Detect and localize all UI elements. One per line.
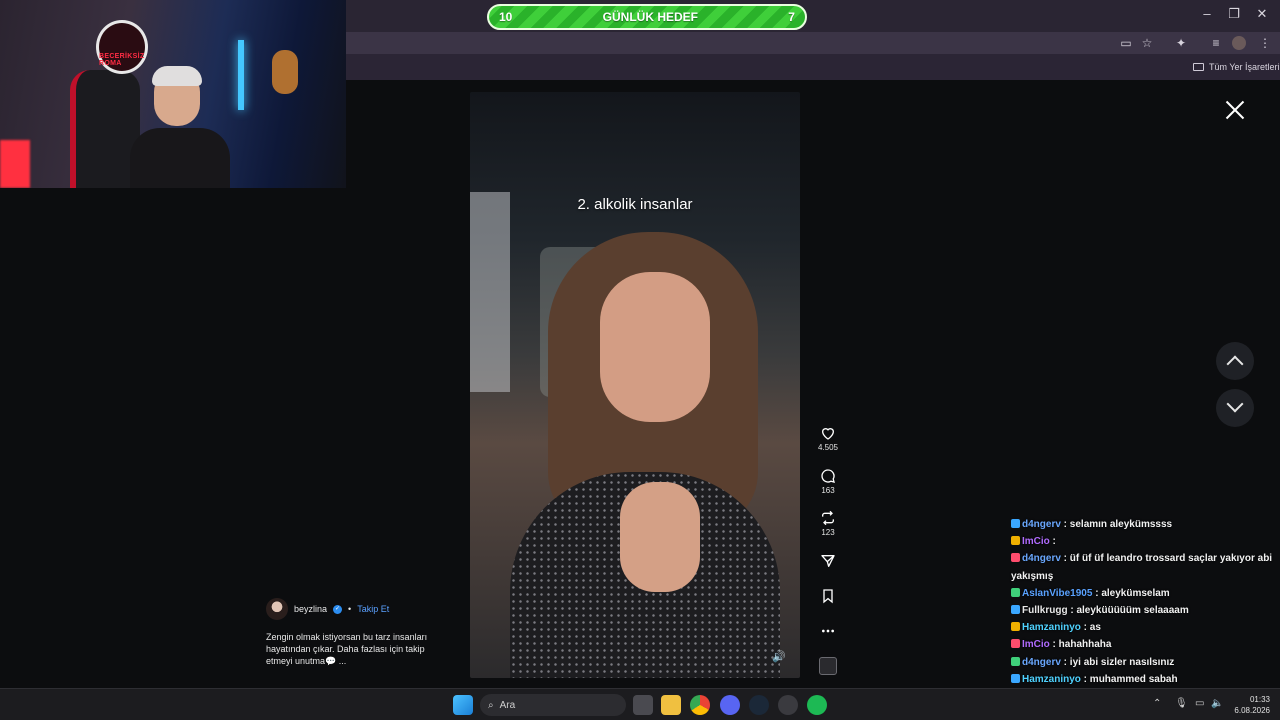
share-button[interactable] [812,553,844,569]
chat-badge-icon [1011,605,1020,615]
send-icon [821,555,835,567]
task-view-icon[interactable] [633,695,653,715]
goal-label: GÜNLÜK HEDEF [602,10,698,24]
guitar-image [272,50,298,94]
chat-badge-icon [1011,673,1020,683]
chat-username[interactable]: d4ngerv [1022,553,1061,564]
restore-icon[interactable]: ❐ [1223,6,1245,22]
folder-icon [1193,63,1204,71]
chat-message: ImCio : hahahhaha [1011,636,1279,653]
system-clock[interactable]: 01:33 6.08.2026 [1230,694,1270,716]
chat-message: AslanVibe1905 : aleykümselam [1011,585,1279,602]
goal-right-value: 7 [788,10,795,24]
microphone-icon[interactable]: 🎙 [1175,698,1188,709]
chat-text: muhammed sabah [1089,673,1178,685]
network-icon[interactable]: ▭ [1195,698,1204,709]
chat-text: aleyküüüüüm selaaaam [1076,605,1189,617]
chat-badge-icon [1011,587,1020,597]
streamer [130,66,230,188]
author-name[interactable]: beyzlina [294,604,327,614]
channel-logo: BECERİKSİZ ROMA [96,20,148,74]
chat-username[interactable]: d4ngerv [1022,519,1061,530]
discord-icon[interactable] [720,695,740,715]
search-icon: ⌕ [488,699,494,711]
chat-badge-icon [1011,553,1020,563]
comment-count: 163 [821,486,835,495]
chat-badge-icon [1011,536,1020,546]
chat-badge-icon [1011,519,1020,528]
verified-icon: ✓ [333,604,343,614]
chat-text: iyi abi sizler nasılsınız [1069,656,1175,668]
spotify-icon[interactable] [807,695,827,715]
chat-badge-icon [1011,622,1020,632]
profile-avatar[interactable] [1232,36,1246,50]
chat-text: as [1089,622,1101,634]
chat-text: aleykümselam [1101,587,1170,599]
chat-text: hahahhaha [1058,639,1112,651]
reading-list-icon[interactable]: ≡ [1208,35,1224,51]
webcam-overlay: BECERİKSİZ ROMA [0,0,346,188]
more-icon [822,629,834,633]
start-icon[interactable] [453,695,473,715]
close-viewer-icon[interactable] [1225,100,1245,120]
obs-icon[interactable] [778,695,798,715]
video-player[interactable]: 2. alkolik insanlar 🔊 [470,92,800,678]
chat-badge-icon [1011,656,1020,666]
next-video-button[interactable] [1216,389,1254,427]
chat-message: d4ngerv : selamın aleykümssss [1011,516,1279,533]
volume-icon[interactable]: 🔊 [772,650,786,663]
follow-link[interactable]: Takip Et [357,604,389,614]
star-icon[interactable]: ☆ [1139,35,1155,51]
comment-icon [821,469,835,483]
all-bookmarks-folder[interactable]: Tüm Yer İşaretleri [1193,60,1280,74]
more-options-button[interactable] [812,623,844,639]
like-count: 4.505 [817,443,839,452]
windows-taskbar: ⌕ Ara ⌃ 🎙 ▭ 🔈 01:33 6.08.2026 [0,688,1280,720]
extensions-icon[interactable]: ✦ [1173,35,1189,51]
chevron-up-icon [1226,355,1244,373]
chat-message: ImCio : [1011,533,1279,550]
chat-username[interactable]: AslanVibe1905 [1022,588,1092,599]
chat-username[interactable]: Hamzaninyo [1022,622,1081,633]
like-button[interactable]: 4.505 [812,425,844,452]
save-button[interactable] [812,588,844,604]
bookmark-icon [823,589,833,604]
menu-icon[interactable]: ⋮ [1257,35,1273,51]
chat-text: selamın aleykümssss [1069,519,1173,530]
author-row: beyzlina ✓ • Takip Et [266,598,389,620]
heart-icon [821,428,835,440]
video-description: Zengin olmak istiyorsan bu tarz insanlar… [266,632,428,666]
cast-icon[interactable]: ▭ [1118,35,1134,51]
comment-button[interactable]: 163 [812,468,844,495]
tray-overflow-icon[interactable]: ⌃ [1153,698,1161,709]
chat-username[interactable]: Hamzaninyo [1022,674,1081,685]
video-caption: 2. alkolik insanlar [577,196,693,213]
chat-message: Hamzaninyo : as [1011,619,1279,636]
previous-video-button[interactable] [1216,342,1254,380]
author-avatar[interactable] [266,598,288,620]
repost-icon [822,510,834,526]
chat-message: Hamzaninyo : muhammed sabah [1011,671,1279,688]
close-window-icon[interactable]: ✕ [1251,6,1273,22]
repost-button[interactable]: 123 [812,510,844,537]
chat-message: d4ngerv : üf üf üf leandro trossard saçl… [1011,553,1273,582]
chevron-down-icon [1226,395,1244,413]
chat-message: d4ngerv : iyi abi sizler nasılsınız [1011,654,1279,671]
daily-goal-bar: 10 GÜNLÜK HEDEF 7 [487,4,807,30]
file-explorer-icon[interactable] [661,695,681,715]
chrome-icon[interactable] [690,695,710,715]
chat-username[interactable]: ImCio [1022,536,1050,547]
steam-icon[interactable] [749,695,769,715]
chat-badge-icon [1011,639,1020,649]
chat-username[interactable]: Fullkrugg [1022,605,1068,616]
chat-username[interactable]: ImCio [1022,639,1050,650]
repost-count: 123 [821,528,835,537]
chat-message: Fullkrugg : aleyküüüüüm selaaaam [1011,602,1279,619]
taskbar-search[interactable]: ⌕ Ara [480,694,626,716]
minimize-icon[interactable]: – [1196,6,1218,22]
chat-username[interactable]: d4ngerv [1022,657,1061,668]
goal-left-value: 10 [499,10,513,24]
speaker-icon[interactable]: 🔈 [1211,698,1223,709]
audio-thumbnail[interactable] [819,657,837,675]
